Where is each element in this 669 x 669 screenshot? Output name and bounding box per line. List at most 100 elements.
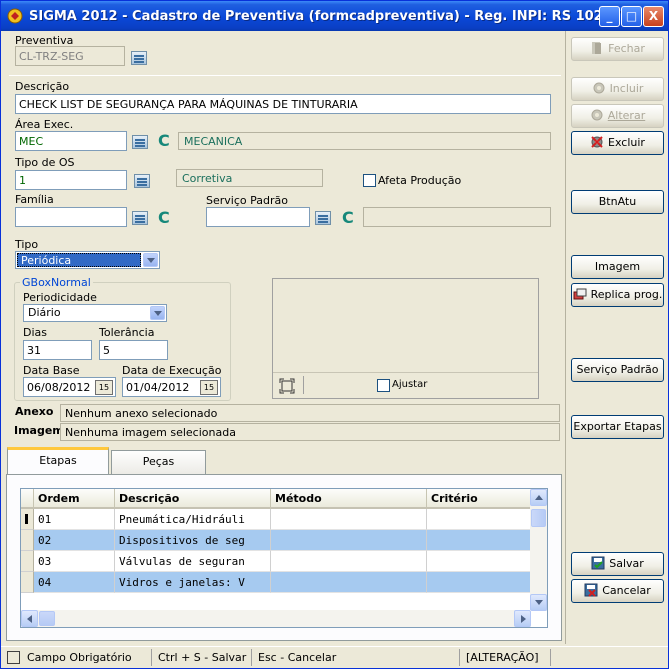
grid-corner <box>21 489 34 509</box>
scroll-left-icon[interactable] <box>21 610 38 627</box>
cancelar-button[interactable]: Cancelar <box>571 579 664 603</box>
tab-pecas[interactable]: Peças <box>111 450 206 474</box>
excluir-button[interactable]: Excluir <box>571 131 664 155</box>
table-cell-metodo[interactable] <box>271 572 427 593</box>
table-cell-descricao[interactable]: Válvulas de seguran <box>115 551 271 572</box>
table-cell-descricao[interactable]: Pneumática/Hidráuli <box>115 509 271 530</box>
data-execucao-value: 01/04/2012 <box>126 381 190 394</box>
grid-horizontal-scrollbar[interactable] <box>21 610 531 627</box>
table-cell-criterio[interactable] <box>427 551 533 572</box>
preventiva-lookup-icon[interactable] <box>131 51 147 65</box>
scroll-down-icon[interactable] <box>530 594 547 611</box>
area-exec-name: MECANICA <box>178 132 551 150</box>
close-button[interactable]: X <box>643 6 664 27</box>
tipo-select[interactable]: Periódica <box>15 251 160 269</box>
tab-etapas[interactable]: Etapas <box>7 447 109 474</box>
periodicidade-label: Periodicidade <box>23 291 97 304</box>
maximize-button[interactable]: □ <box>621 6 642 27</box>
table-cell-metodo[interactable] <box>271 530 427 551</box>
column-header-descricao[interactable]: Descrição <box>115 489 271 509</box>
dias-field[interactable]: 31 <box>23 340 92 360</box>
table-cell-ordem[interactable]: 01 <box>34 509 115 530</box>
column-header-criterio[interactable]: Critério <box>427 489 533 509</box>
servico-padrao-clear-icon[interactable]: C <box>342 208 354 227</box>
exportar-etapas-button[interactable]: Exportar Etapas <box>571 415 664 439</box>
tolerancia-field[interactable]: 5 <box>99 340 168 360</box>
alterar-button[interactable]: Alterar <box>571 104 664 128</box>
edit-mode-indicator: [ALTERAÇÃO] <box>459 649 545 666</box>
fechar-button[interactable]: Fechar <box>571 37 664 61</box>
tipo-os-label: Tipo de OS <box>15 156 75 169</box>
status-bar: Campo Obrigatório Ctrl + S - Salvar Esc … <box>1 646 668 668</box>
column-header-ordem[interactable]: Ordem <box>34 489 115 509</box>
replica-prog-label: Replica prog. <box>590 288 663 301</box>
data-execucao-field[interactable]: 01/04/2012 15 <box>122 377 221 397</box>
table-cell-criterio[interactable] <box>427 509 533 530</box>
table-cell-criterio[interactable] <box>427 530 533 551</box>
salvar-button[interactable]: Salvar <box>571 552 664 576</box>
dias-label: Dias <box>23 326 47 339</box>
familia-clear-icon[interactable]: C <box>158 208 170 227</box>
table-cell-metodo[interactable] <box>271 509 427 530</box>
tipo-os-code-field[interactable]: 1 <box>15 170 127 190</box>
row-indicator[interactable] <box>21 509 34 530</box>
scroll-right-icon[interactable] <box>514 610 531 627</box>
scroll-thumb[interactable] <box>39 611 55 626</box>
required-field-swatch <box>7 651 20 664</box>
calendar-icon[interactable]: 15 <box>200 380 218 395</box>
area-exec-lookup-icon[interactable] <box>132 135 148 149</box>
campo-obrigatorio-text: Campo Obrigatório <box>27 651 132 664</box>
anexo-value: Nenhum anexo selecionado <box>60 404 560 422</box>
descricao-field[interactable]: CHECK LIST DE SEGURANÇA PARA MÁQUINAS DE… <box>15 94 551 114</box>
scroll-thumb[interactable] <box>531 509 546 527</box>
main-window: SIGMA 2012 - Cadastro de Preventiva (for… <box>0 0 669 669</box>
servico-padrao-lookup-icon[interactable] <box>315 211 331 225</box>
area-exec-code-field[interactable]: MEC <box>15 131 127 151</box>
grid-vertical-scrollbar[interactable] <box>530 489 547 611</box>
servico-padrao-button[interactable]: Serviço Padrão <box>571 358 664 382</box>
scroll-up-icon[interactable] <box>530 489 547 506</box>
row-indicator[interactable] <box>21 551 34 572</box>
etapas-grid[interactable]: Ordem Descrição Método Critério 01 Pneum… <box>20 488 548 628</box>
table-cell-ordem[interactable]: 02 <box>34 530 115 551</box>
row-indicator[interactable] <box>21 572 34 593</box>
image-fit-icon[interactable] <box>279 378 295 394</box>
gear-delete-icon <box>591 136 603 148</box>
data-base-label: Data Base <box>23 364 80 377</box>
servico-padrao-field[interactable] <box>206 207 310 227</box>
image-toolbar: Ajustar <box>273 372 538 398</box>
minimize-button[interactable]: _ <box>599 6 620 27</box>
preventiva-field[interactable]: CL-TRZ-SEG <box>15 46 125 66</box>
row-indicator[interactable] <box>21 530 34 551</box>
table-cell-ordem[interactable]: 03 <box>34 551 115 572</box>
data-base-field[interactable]: 06/08/2012 15 <box>23 377 116 397</box>
image-preview-panel: Ajustar <box>272 278 539 399</box>
chevron-down-icon[interactable] <box>150 306 165 320</box>
salvar-shortcut-hint: Ctrl + S - Salvar <box>151 649 252 666</box>
imagem-button[interactable]: Imagem <box>571 255 664 279</box>
familia-field[interactable] <box>15 207 127 227</box>
door-icon <box>592 42 602 54</box>
table-cell-descricao[interactable]: Vidros e janelas: V <box>115 572 271 593</box>
familia-lookup-icon[interactable] <box>132 211 148 225</box>
table-cell-metodo[interactable] <box>271 551 427 572</box>
save-icon <box>591 556 605 570</box>
area-exec-clear-icon[interactable]: C <box>158 131 170 150</box>
incluir-button[interactable]: Incluir <box>571 77 664 101</box>
title-bar[interactable]: SIGMA 2012 - Cadastro de Preventiva (for… <box>1 1 668 31</box>
btnatu-button[interactable]: BtnAtu <box>571 190 664 214</box>
chevron-down-icon[interactable] <box>143 253 158 267</box>
tipo-label: Tipo <box>15 238 39 251</box>
tipo-os-lookup-icon[interactable] <box>134 174 150 188</box>
column-header-metodo[interactable]: Método <box>271 489 427 509</box>
toolbar-divider <box>303 376 304 394</box>
afeta-producao-checkbox[interactable] <box>363 174 376 187</box>
table-cell-descricao[interactable]: Dispositivos de seg <box>115 530 271 551</box>
status-panel-empty <box>550 649 660 666</box>
ajustar-checkbox[interactable] <box>377 379 390 392</box>
table-cell-criterio[interactable] <box>427 572 533 593</box>
table-cell-ordem[interactable]: 04 <box>34 572 115 593</box>
periodicidade-select[interactable]: Diário <box>23 304 167 322</box>
replica-prog-button[interactable]: Replica prog. <box>571 283 664 307</box>
calendar-icon[interactable]: 15 <box>95 380 113 395</box>
